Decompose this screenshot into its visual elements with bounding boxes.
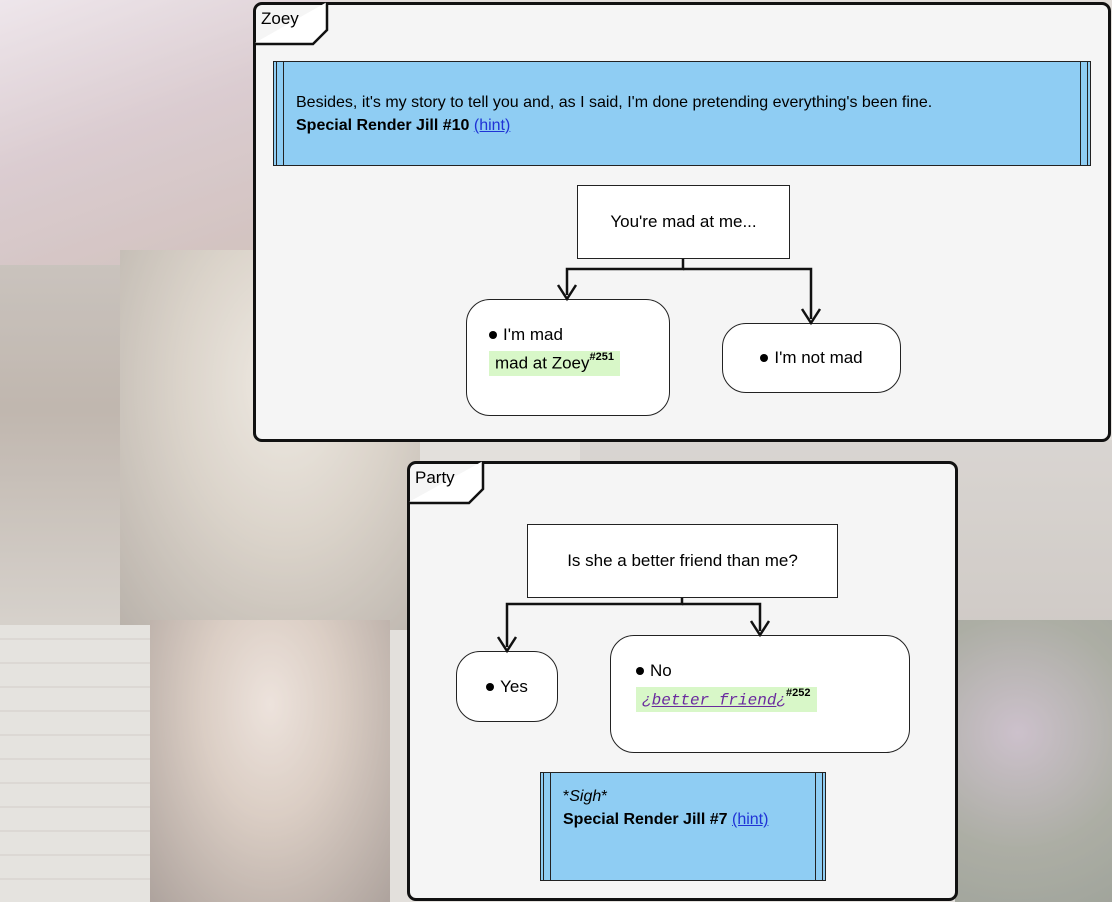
party-frame: Party Is she a better friend than me? Ye… xyxy=(407,461,958,901)
party-branch-arrows xyxy=(496,598,771,654)
zoey-branch-arrows xyxy=(556,259,822,326)
zoey-frame: Zoey Besides, it's my story to tell you … xyxy=(253,2,1111,442)
